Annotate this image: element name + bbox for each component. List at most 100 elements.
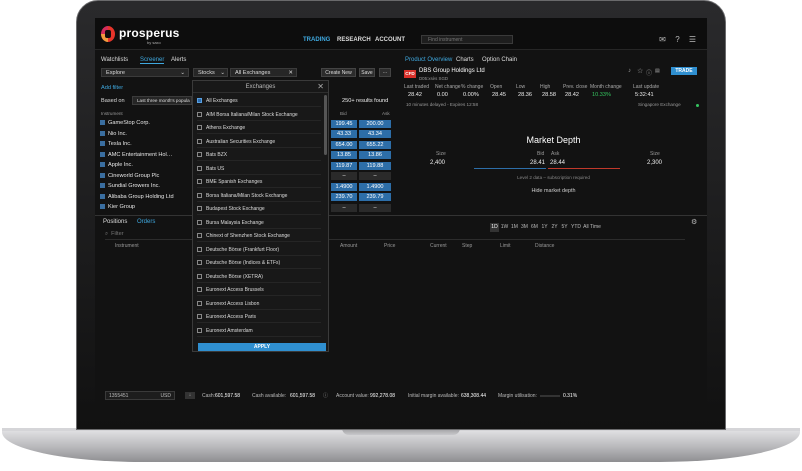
orders-col-header[interactable]: Price xyxy=(384,243,395,249)
checkbox-icon[interactable] xyxy=(197,179,202,185)
exchange-option[interactable]: Euronext Access Brussels xyxy=(197,284,321,296)
checkbox-icon[interactable] xyxy=(197,246,202,252)
tab-watchlists[interactable]: Watchlists xyxy=(101,57,128,63)
explore-select[interactable]: Explore ⌄ xyxy=(101,68,189,77)
ask-cell[interactable]: 239.79 xyxy=(359,193,391,201)
apply-button[interactable]: APPLY xyxy=(198,343,326,351)
more-button[interactable]: ··· xyxy=(379,68,391,77)
news-icon[interactable]: ▤ xyxy=(655,68,660,74)
ask-cell[interactable]: – xyxy=(359,172,391,180)
exchange-option[interactable]: Budapest Stock Exchange xyxy=(197,203,321,215)
orders-col-header[interactable]: Instrument xyxy=(115,243,139,249)
trade-button[interactable]: TRADE xyxy=(671,67,697,75)
menu-icon[interactable]: ☰ xyxy=(688,35,697,44)
checkbox-icon[interactable] xyxy=(197,219,202,225)
exchange-option[interactable]: Chinext of Shenzhen Stock Exchange xyxy=(197,230,321,242)
exchange-option[interactable]: Euronext Access Paris xyxy=(197,311,321,323)
add-filter-link[interactable]: Add filter xyxy=(101,85,123,91)
exchange-option[interactable]: Deutsche Börse (Frankfurt Floor) xyxy=(197,244,321,256)
asset-select[interactable]: Stocks ⌄ xyxy=(193,68,228,77)
orders-col-header[interactable]: Amount xyxy=(340,243,357,249)
checkbox-icon[interactable] xyxy=(197,111,202,117)
checkbox-icon[interactable] xyxy=(197,327,202,333)
save-button[interactable]: Save xyxy=(359,68,375,77)
gear-icon[interactable]: ⚙ xyxy=(691,218,697,226)
info-icon[interactable]: ⓘ xyxy=(323,390,328,402)
exchange-option[interactable]: Athens Exchange xyxy=(197,122,321,134)
account-select[interactable]: 1355451 USD xyxy=(105,391,175,400)
bid-cell[interactable]: – xyxy=(331,172,357,180)
nav-account[interactable]: ACCOUNT xyxy=(375,37,405,43)
bid-cell[interactable]: 43.33 xyxy=(331,130,357,138)
ask-cell[interactable]: 119.88 xyxy=(359,161,391,170)
exchange-option[interactable]: BME Spanish Exchanges xyxy=(197,176,321,188)
exchange-option[interactable]: Bursa Malaysia Exchange xyxy=(197,217,321,229)
mail-icon[interactable]: ✉ xyxy=(658,35,667,44)
exchange-option[interactable]: Australian Securities Exchange xyxy=(197,136,321,148)
nav-trading[interactable]: TRADING xyxy=(303,37,330,43)
tab-alerts[interactable]: Alerts xyxy=(171,57,186,63)
checkbox-icon[interactable] xyxy=(197,152,202,158)
ask-cell[interactable]: 655.22 xyxy=(359,140,391,149)
exchange-option[interactable]: Deutsche Börse (XETRA) xyxy=(197,271,321,283)
bid-cell[interactable]: – xyxy=(331,203,357,212)
bid-cell[interactable]: 654.00 xyxy=(331,140,357,149)
exchange-option[interactable]: Euronext Amsterdam xyxy=(197,325,321,337)
exchange-option[interactable]: All Exchanges xyxy=(197,95,321,107)
bid-cell[interactable]: 13.85 xyxy=(331,151,357,159)
exchange-option[interactable]: Deutsche Börse (Indices & ETFs) xyxy=(197,257,321,269)
account-menu-button[interactable]: ↓ xyxy=(185,392,195,399)
exchange-select[interactable]: All Exchanges ✕ xyxy=(230,68,297,77)
exchange-option[interactable]: AIM Borsa Italiana/Milan Stock Exchange xyxy=(197,109,321,121)
exchange-option[interactable]: Euronext Access Lisbon xyxy=(197,298,321,310)
ask-cell[interactable]: 200.00 xyxy=(359,119,391,128)
close-icon[interactable]: ✕ xyxy=(288,69,293,77)
bid-cell[interactable]: 119.87 xyxy=(331,161,357,170)
ask-cell[interactable]: – xyxy=(359,203,391,212)
product-tab[interactable]: Charts xyxy=(456,57,474,63)
checkbox-icon[interactable] xyxy=(197,206,202,212)
scrollbar[interactable] xyxy=(324,95,327,155)
ask-cell[interactable]: 13.86 xyxy=(359,151,391,159)
orders-col-header[interactable]: Current xyxy=(430,243,447,249)
checkbox-icon[interactable] xyxy=(197,165,202,171)
bid-cell[interactable]: 1.4900 xyxy=(331,182,357,191)
orders-col-header[interactable]: Limit xyxy=(500,243,511,249)
nav-research[interactable]: RESEARCH xyxy=(337,37,371,43)
product-tab[interactable]: Product Overview xyxy=(405,57,452,63)
exchange-option[interactable]: Bats BZX xyxy=(197,149,321,161)
product-tab[interactable]: Option Chain xyxy=(482,57,517,63)
tab-positions[interactable]: Positions xyxy=(103,219,127,225)
hide-market-depth-link[interactable]: Hide market depth xyxy=(400,188,707,194)
orders-col-header[interactable]: Distance xyxy=(535,243,554,249)
close-icon[interactable]: ✕ xyxy=(317,82,324,91)
checkbox-icon[interactable] xyxy=(197,125,202,131)
tab-orders[interactable]: Orders xyxy=(137,219,155,225)
checkbox-icon[interactable] xyxy=(197,314,202,320)
checkbox-icon[interactable] xyxy=(197,98,202,104)
search-input[interactable]: Find instrument xyxy=(421,35,513,44)
checkbox-icon[interactable] xyxy=(197,273,202,279)
checkbox-icon[interactable] xyxy=(197,233,202,239)
create-new-button[interactable]: Create New xyxy=(321,68,356,77)
checkbox-icon[interactable] xyxy=(197,287,202,293)
orders-col-header[interactable]: Step xyxy=(462,243,472,249)
bid-cell[interactable]: 239.70 xyxy=(331,193,357,201)
help-icon[interactable]: ? xyxy=(673,35,682,44)
quote-header: Prev. close xyxy=(563,84,588,90)
checkbox-icon[interactable] xyxy=(197,192,202,198)
tab-screener[interactable]: Screener xyxy=(140,57,165,64)
based-on-select[interactable]: Last three month's popula xyxy=(132,96,192,105)
ask-cell[interactable]: 1.4900 xyxy=(359,182,391,191)
checkbox-icon[interactable] xyxy=(197,300,202,306)
checkbox-icon[interactable] xyxy=(197,138,202,144)
exchange-option[interactable]: Bats US xyxy=(197,163,321,175)
product-panel: Product Overview Charts Option Chain CFD D… xyxy=(400,51,707,232)
bid-cell[interactable]: 199.45 xyxy=(331,119,357,128)
ask-cell[interactable]: 43.34 xyxy=(359,130,391,138)
info-icon[interactable]: ⓘ xyxy=(646,68,652,77)
checkbox-icon[interactable] xyxy=(197,260,202,266)
alert-icon[interactable]: ♪ xyxy=(628,68,631,74)
star-icon[interactable]: ☆ xyxy=(637,67,643,75)
exchange-option[interactable]: Borsa Italiana/Milan Stock Exchange xyxy=(197,190,321,202)
